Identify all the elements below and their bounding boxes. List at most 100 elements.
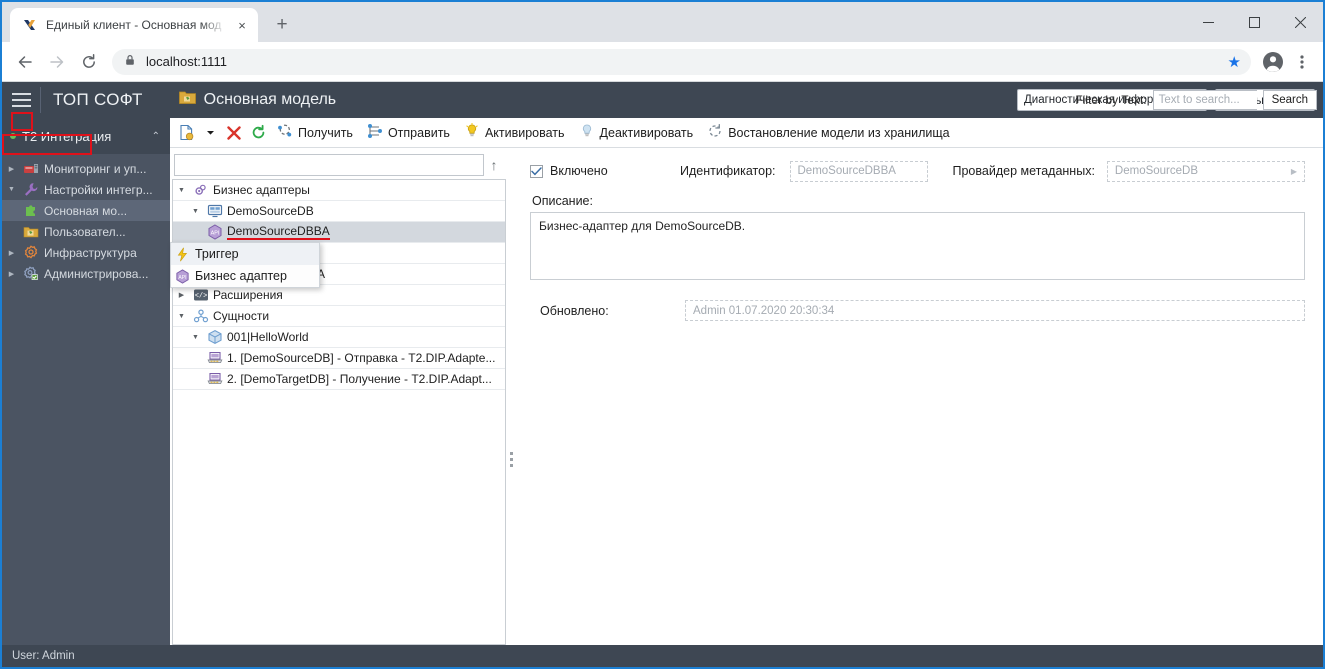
tree-row-label: 1. [DemoSourceDB] - Отправка - T2.DIP.Ad… [227, 351, 496, 365]
gear-orange-icon [22, 245, 39, 261]
filter-label: Filter by Text: [1075, 93, 1147, 107]
description-textarea[interactable]: Бизнес-адаптер для DemoSourceDB. [530, 212, 1305, 280]
app-body: T2 Интеграция ⌃ ▶ Мониторинг и уп... ▼ Н… [2, 90, 1323, 645]
expander-icon[interactable]: ▶ [175, 291, 188, 299]
address-bar[interactable]: localhost:1111 ★ [112, 48, 1251, 75]
tree-search-input[interactable] [174, 154, 484, 176]
sidebar-item-administration[interactable]: ▶ Администрирова... [2, 263, 170, 284]
menu-item-business-adapter[interactable]: API Бизнес адаптер [171, 265, 319, 287]
cube-icon [206, 329, 223, 345]
gears-icon [192, 182, 209, 198]
tree-row[interactable]: ▼ Бизнес адаптеры [173, 180, 505, 201]
sidebar-items: ▶ Мониторинг и уп... ▼ Настройки интегр.… [2, 154, 170, 284]
tree-row-label: Расширения [213, 288, 283, 302]
bulb-on-icon [464, 122, 480, 142]
toolbar-button-restore-model[interactable]: Востановление модели из хранилища [700, 120, 956, 146]
filter-by-text-group: Filter by Text: Text to search... Search [1075, 90, 1317, 110]
reload-icon[interactable] [74, 47, 104, 77]
tab-close-icon[interactable]: × [234, 17, 250, 33]
toolbar-button-label: Отправить [387, 125, 450, 140]
svg-text:API: API [178, 274, 186, 280]
bookmark-star-icon[interactable]: ★ [1228, 53, 1241, 71]
metadata-provider-value: DemoSourceDB [1114, 165, 1199, 177]
identifier-value: DemoSourceDBBA [797, 165, 896, 177]
tree-row-label: 2. [DemoTargetDB] - Получение - T2.DIP.A… [227, 372, 492, 386]
sidebar-item-label: Настройки интегр... [44, 182, 153, 197]
chevron-down-icon: ▼ [8, 186, 15, 193]
tree-row-label: DemoSourceDBBA [227, 224, 330, 240]
sidebar-item-infrastructure[interactable]: ▶ Инфраструктура [2, 242, 170, 263]
browser-menu-icon[interactable] [1289, 47, 1315, 77]
status-user: User: Admin [12, 650, 75, 662]
pane-splitter-handle[interactable] [506, 445, 516, 475]
search-button[interactable]: Search [1262, 90, 1317, 110]
api-hex-icon: API [174, 268, 191, 284]
expander-icon[interactable]: ▼ [189, 208, 202, 215]
menu-item-label: Бизнес адаптер [195, 269, 287, 283]
tree-row[interactable]: ▼ Сущности [173, 306, 505, 327]
refresh-icon[interactable] [246, 121, 270, 145]
browser-tab[interactable]: Единый клиент - Основная мод × [10, 8, 258, 42]
browser-window: Единый клиент - Основная мод × + localho… [0, 0, 1325, 669]
expander-icon[interactable]: ▼ [175, 313, 188, 320]
new-document-dropdown-caret[interactable] [198, 121, 222, 145]
sidebar-group-t2-integration[interactable]: T2 Интеграция ⌃ [2, 118, 170, 154]
toolbar-button-receive[interactable]: Получить [270, 120, 360, 146]
entities-icon [192, 308, 209, 324]
maximize-icon[interactable] [1231, 6, 1277, 38]
users-folder-icon [22, 224, 39, 240]
expander-icon[interactable]: ▼ [189, 334, 202, 341]
window-controls [1185, 2, 1323, 42]
toolbar-button-label: Востановление модели из хранилища [728, 125, 950, 140]
sidebar-item-label: Администрирова... [44, 266, 149, 281]
forward-icon[interactable] [42, 47, 72, 77]
tree-row-selected[interactable]: API DemoSourceDBBA [173, 222, 505, 243]
menu-item-trigger[interactable]: Триггер [171, 243, 319, 265]
tree-row[interactable]: 2. [DemoTargetDB] - Получение - T2.DIP.A… [173, 369, 505, 390]
menu-item-label: Триггер [195, 247, 239, 261]
filter-input[interactable]: Text to search... [1152, 90, 1257, 110]
updated-row: Обновлено: Admin 01.07.2020 20:30:34 [530, 300, 1305, 321]
main-content: Получить Отправить Активировать Деактиви… [170, 90, 1323, 645]
metadata-provider-field[interactable]: DemoSourceDB ▶ [1106, 160, 1305, 182]
tree-row-label: Бизнес адаптеры [213, 183, 310, 197]
details-row-top: Включено Идентификатор: DemoSourceDBBA П… [530, 158, 1305, 184]
toolbar-button-send[interactable]: Отправить [360, 120, 457, 146]
tree-row[interactable]: 1. [DemoSourceDB] - Отправка - T2.DIP.Ad… [173, 348, 505, 369]
sidebar-item-label: Пользовател... [44, 224, 126, 239]
identifier-field[interactable]: DemoSourceDBBA [789, 160, 928, 182]
enabled-label: Включено [550, 164, 608, 178]
toolbar-button-label: Получить [298, 125, 353, 140]
toolbar-button-label: Активировать [484, 125, 565, 140]
sidebar-item-integration-settings[interactable]: ▼ Настройки интегр... [2, 179, 170, 200]
back-icon[interactable] [10, 47, 40, 77]
close-icon[interactable] [1277, 6, 1323, 38]
new-tab-button[interactable]: + [268, 11, 296, 39]
admin-gear-icon [22, 266, 39, 282]
code-icon: </> [192, 287, 209, 303]
sidebar-item-users[interactable]: Пользовател... [2, 221, 170, 242]
toolbar-button-deactivate[interactable]: Деактивировать [572, 120, 701, 146]
toolbar-button-activate[interactable]: Активировать [457, 120, 572, 146]
menu-hamburger-icon[interactable] [2, 93, 40, 107]
enabled-checkbox[interactable] [530, 164, 543, 178]
enabled-checkbox-group[interactable]: Включено [530, 164, 680, 178]
tree-row[interactable]: ▶ </> Расширения [173, 285, 505, 306]
sidebar-item-monitoring[interactable]: ▶ Мониторинг и уп... [2, 158, 170, 179]
bulb-off-icon [579, 123, 595, 142]
send-icon [367, 123, 383, 142]
sort-asc-icon[interactable]: ↑ [484, 157, 504, 173]
new-document-icon[interactable] [174, 121, 198, 145]
new-item-dropdown-menu: Триггер API Бизнес адаптер [170, 242, 320, 288]
status-bar: User: Admin [2, 645, 1323, 667]
tree-row[interactable]: ▼ 001|HelloWorld [173, 327, 505, 348]
tree-row[interactable]: ▼ DemoSourceDB [173, 201, 505, 222]
expander-icon[interactable]: ▼ [175, 187, 188, 194]
chevron-right-icon[interactable]: ▶ [1291, 167, 1297, 176]
app-logo-icon [22, 17, 38, 33]
delete-x-icon[interactable] [222, 121, 246, 145]
tab-title: Единый клиент - Основная мод [46, 18, 222, 32]
minimize-icon[interactable] [1185, 6, 1231, 38]
sidebar-item-main-model[interactable]: Основная мо... [2, 200, 170, 221]
avatar[interactable] [1259, 48, 1287, 76]
